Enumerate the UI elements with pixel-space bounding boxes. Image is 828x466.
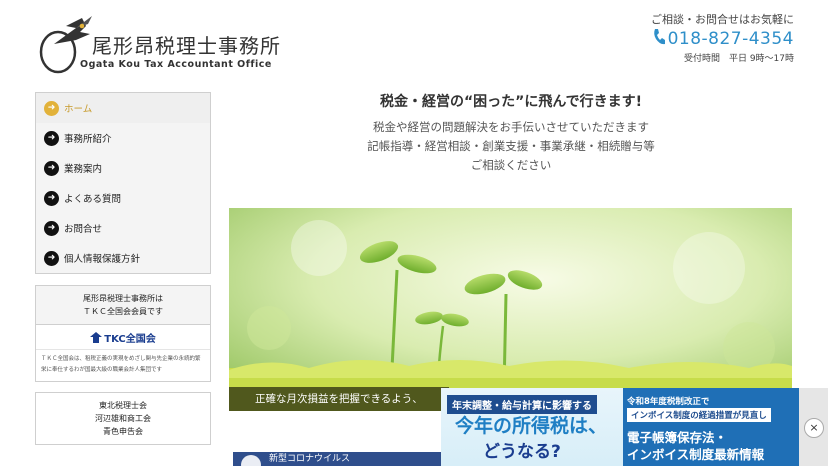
- phone-icon: [653, 29, 665, 45]
- hero-caption: 正確な月次損益を把握できるよう、: [229, 387, 449, 411]
- nav-label: 個人情報保護方針: [64, 254, 141, 265]
- ad-right-headline-2: インボイス制度最新情報: [627, 447, 765, 462]
- phone-number: 018-827-4354: [667, 29, 794, 49]
- nav-item-contact[interactable]: ➜ お問合せ: [36, 213, 210, 243]
- nav-label: 業務案内: [64, 164, 103, 175]
- nav-label: よくある質問: [64, 194, 122, 205]
- arrow-right-icon: ➜: [44, 100, 59, 116]
- nav-item-home[interactable]: ➜ ホーム: [36, 93, 210, 123]
- nav-label: ホーム: [64, 104, 93, 115]
- site-logo[interactable]: 尾形昂税理士事務所 Ogata Kou Tax Accountant Offic…: [36, 14, 286, 76]
- main-intro: 税金や経営の問題解決をお手伝いさせていただきます 記帳指導・経営相談・創業支援・…: [230, 118, 792, 175]
- news-label: 新型コロナウイルス: [269, 454, 351, 464]
- tkc-heading: 尾形昂税理士事務所は ＴＫＣ全国会会員です: [36, 286, 210, 325]
- sprout-hero-image: [229, 208, 792, 411]
- contact-block: ご相談・お問合せはお気軽に 018-827-4354 受付時間 平日 9時～17…: [594, 11, 794, 64]
- tkc-membership-box: 尾形昂税理士事務所は ＴＫＣ全国会会員です TKC全国会 ＴＫＣ全国会は、租税正…: [35, 285, 211, 382]
- side-nav: ➜ ホーム ➜ 事務所紹介 ➜ 業務案内 ➜ よくある質問 ➜ お問合せ ➜ 個…: [35, 92, 211, 274]
- tkc-heading-line2: ＴＫＣ全国会会員です: [83, 307, 163, 316]
- intro-line: ご相談ください: [470, 158, 552, 172]
- nav-item-privacy[interactable]: ➜ 個人情報保護方針: [36, 243, 210, 273]
- tkc-logo-icon: [90, 331, 103, 343]
- nav-item-office[interactable]: ➜ 事務所紹介: [36, 123, 210, 153]
- intro-line: 記帳指導・経営相談・創業支援・事業承継・相続贈与等: [367, 139, 655, 153]
- close-icon[interactable]: ×: [804, 418, 824, 438]
- ad-left-subheadline: どうなる?: [483, 442, 561, 462]
- hero-slider[interactable]: 正確な月次損益を把握できるよう、: [229, 208, 792, 411]
- association-item: 青色申告会: [103, 427, 143, 436]
- arrow-right-icon: ➜: [44, 130, 59, 146]
- tkc-description: ＴＫＣ全国会は、租税正義の実現をめざし関与先企業の永続的繁栄に奉仕するわが国最大…: [41, 356, 201, 373]
- ad-banner[interactable]: 年末調整・給与計算に影響する 今年の所得税は、 どうなる? 令和8年度税制改正で…: [441, 388, 828, 466]
- sidebar: ➜ ホーム ➜ 事務所紹介 ➜ 業務案内 ➜ よくある質問 ➜ お問合せ ➜ 個…: [35, 92, 211, 445]
- phone-link[interactable]: 018-827-4354: [594, 28, 794, 49]
- tkc-heading-line1: 尾形昂税理士事務所は: [83, 294, 163, 303]
- ad-right-badge: インボイス制度の経過措置が見直し: [627, 408, 771, 422]
- news-banner-link[interactable]: 新型コロナウイルス: [233, 452, 443, 466]
- site-title: 尾形昂税理士事務所: [92, 34, 281, 58]
- nav-item-services[interactable]: ➜ 業務案内: [36, 153, 210, 183]
- association-item: 東北税理士会: [99, 401, 147, 410]
- ad-right-panel[interactable]: 令和8年度税制改正で インボイス制度の経過措置が見直し 電子帳簿保存法・ インボ…: [623, 388, 799, 466]
- site-subtitle: Ogata Kou Tax Accountant Office: [80, 59, 272, 70]
- nav-label: 事務所紹介: [64, 134, 112, 145]
- association-box: 東北税理士会 河辺雄和商工会 青色申告会: [35, 392, 211, 445]
- arrow-right-icon: ➜: [44, 160, 59, 176]
- arrow-right-icon: ➜: [44, 250, 59, 266]
- circle-icon: [241, 455, 261, 466]
- main-headline: 税金・経営の“困った”に飛んで行きます!: [379, 94, 643, 110]
- ad-left-headline: 今年の所得税は、: [455, 415, 608, 437]
- tkc-logo-text: TKC全国会: [104, 333, 156, 345]
- nav-item-faq[interactable]: ➜ よくある質問: [36, 183, 210, 213]
- arrow-right-icon: ➜: [44, 220, 59, 236]
- arrow-right-icon: ➜: [44, 190, 59, 206]
- business-hours: 受付時間 平日 9時～17時: [683, 54, 794, 64]
- contact-lead: ご相談・お問合せはお気軽に: [651, 13, 794, 26]
- intro-line: 税金や経営の問題解決をお手伝いさせていただきます: [373, 120, 649, 134]
- nav-label: お問合せ: [64, 224, 103, 235]
- ad-left-panel[interactable]: 年末調整・給与計算に影響する 今年の所得税は、 どうなる?: [441, 388, 623, 466]
- tkc-logo-link[interactable]: TKC全国会: [36, 325, 210, 350]
- ad-right-tag: 令和8年度税制改正で: [627, 397, 710, 407]
- association-item: 河辺雄和商工会: [95, 414, 151, 423]
